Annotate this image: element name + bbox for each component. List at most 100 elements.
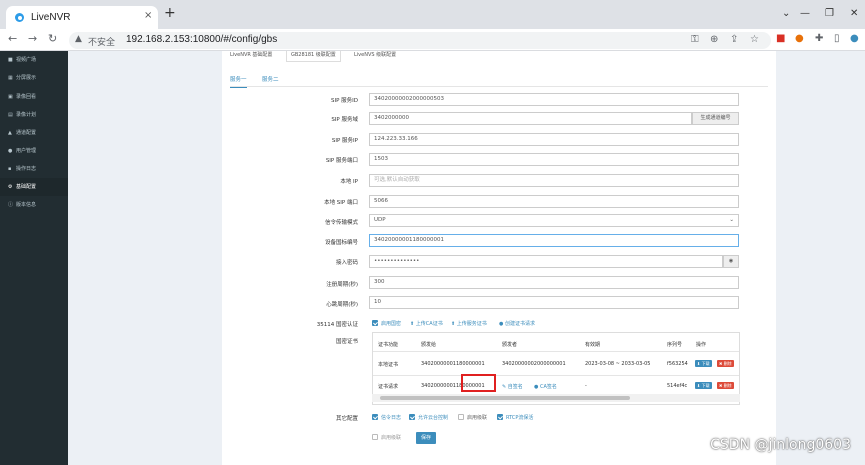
profile-avatar-icon[interactable]: ● — [850, 33, 859, 44]
sip-domain-label: SIP 服务域 — [331, 117, 358, 123]
tab-livenvr-basic[interactable]: LiveNVR 基础配置 — [226, 51, 276, 62]
option-label: 启用级联 — [467, 415, 488, 421]
minimize-icon[interactable]: — — [800, 8, 810, 19]
sidebar-item-record-plan[interactable]: ▤ 录像计划 — [0, 106, 68, 124]
password-label: 接入密码 — [335, 260, 358, 266]
button-label: 删除 — [723, 361, 732, 366]
tab-livenvs-cascade[interactable]: LiveNVS 级联配置 — [350, 51, 400, 62]
sidebar-item-label: 操作日志 — [16, 166, 37, 172]
sidebar-item-users[interactable]: ● 用户管理 — [0, 142, 68, 160]
upload-icon: ⬆ — [410, 321, 415, 327]
enable-sm-checkbox[interactable]: 启用国密 — [372, 320, 401, 327]
sidepanel-icon[interactable]: ▯ — [834, 33, 840, 44]
url-text[interactable]: 192.168.2.153:10800/#/config/gbs — [126, 34, 277, 45]
save-button[interactable]: 保存 — [416, 432, 436, 444]
plus-circle-icon: ● — [499, 321, 504, 327]
sip-id-input[interactable]: 34020000002000000503 — [369, 93, 739, 106]
option-label: 上传服务证书 — [456, 321, 487, 327]
delete-button[interactable]: ✖ 删除 — [717, 360, 734, 367]
eye-icon[interactable]: ◉ — [723, 255, 739, 268]
channel-icon: ▲ — [8, 130, 12, 136]
local-port-label: 本地 SIP 端口 — [324, 200, 358, 206]
table-header-to: 颁发给 — [421, 342, 437, 348]
option-label: 信令日志 — [381, 415, 402, 421]
device-id-input[interactable]: 34020000001180000001 — [369, 234, 739, 247]
password-input[interactable]: •••••••••••••• — [369, 255, 723, 268]
browser-tab[interactable]: LiveNVR × — [6, 6, 158, 29]
sidebar-item-video-square[interactable]: ■ 视频广场 — [0, 51, 68, 69]
sidebar-item-label: 版本信息 — [16, 202, 37, 208]
maximize-icon[interactable]: ❐ — [825, 8, 834, 19]
sip-ip-input[interactable]: 124.223.33.166 — [369, 133, 739, 146]
table-header-actions: 操作 — [696, 342, 707, 348]
row-divider — [373, 351, 739, 352]
option-label: 启用级联 — [381, 435, 402, 441]
checkbox-checked-icon — [372, 414, 378, 420]
share-icon[interactable]: ⇪ — [730, 34, 738, 45]
enable-cascade-checkbox[interactable]: 启用级联 — [458, 414, 487, 421]
window-close-icon[interactable]: ✕ — [850, 8, 858, 19]
ca-sign-link[interactable]: ● CA签名 — [534, 383, 557, 390]
ptz-control-checkbox[interactable]: 允许云台控制 — [409, 414, 448, 421]
option-label: RTCP流保活 — [506, 415, 534, 421]
option-label: 创建证书请求 — [504, 321, 535, 327]
sidebar-item-version[interactable]: ⓘ 版本信息 — [0, 196, 68, 214]
cert-row-1-func: 本地证书 — [378, 362, 399, 368]
zoom-icon[interactable]: ⊕ — [710, 34, 718, 45]
extension-icon[interactable]: ● — [795, 33, 804, 44]
signal-log-checkbox[interactable]: 信令日志 — [372, 414, 401, 421]
tab-gb28181-cascade[interactable]: GB28181 级联配置 — [286, 51, 341, 62]
tab-title: LiveNVR — [31, 12, 71, 23]
new-tab-button[interactable]: + — [164, 6, 176, 20]
close-tab-icon[interactable]: × — [144, 10, 152, 21]
key-icon[interactable]: ⚿ — [691, 34, 699, 45]
self-sign-link[interactable]: ✎ 自签名 — [502, 383, 523, 390]
table-scrollbar[interactable] — [372, 394, 740, 402]
row-divider — [373, 375, 739, 376]
forward-icon[interactable]: → — [28, 32, 37, 45]
sidebar-item-label: 通道配置 — [16, 130, 37, 136]
browser-toolbar: ← → ↻ ▲ 不安全 192.168.2.153:10800/#/config… — [0, 29, 865, 51]
address-bar[interactable]: ▲ 不安全 192.168.2.153:10800/#/config/gbs ⚿… — [69, 32, 771, 49]
back-icon[interactable]: ← — [8, 32, 17, 45]
sidebar-item-logs[interactable]: ▪ 操作日志 — [0, 160, 68, 178]
auth-label: 35114 国密认证 — [316, 322, 358, 328]
download-button[interactable]: ⬇ 下载 — [695, 360, 712, 367]
sidebar-item-basic-config[interactable]: ⚙ 基础配置 — [0, 178, 68, 196]
download-button[interactable]: ⬇ 下载 — [695, 382, 712, 389]
generate-channel-button[interactable]: 生成通道编号 — [692, 112, 739, 125]
tab-service-2[interactable]: 服务二 — [262, 75, 279, 83]
heartbeat-input[interactable]: 10 — [369, 296, 739, 309]
cert-row-2-valid: - — [585, 383, 587, 389]
sidebar-item-channel-config[interactable]: ▲ 通道配置 — [0, 124, 68, 142]
sip-port-input[interactable]: 1503 — [369, 153, 739, 166]
pdf-extension-icon[interactable]: ■ — [776, 33, 785, 44]
bookmark-star-icon[interactable]: ☆ — [750, 34, 759, 45]
highlight-box — [461, 374, 496, 392]
sidebar-item-playback[interactable]: ▣ 录像回看 — [0, 88, 68, 106]
reload-icon[interactable]: ↻ — [48, 32, 57, 45]
enable-cascade-checkbox-2[interactable]: 启用级联 — [372, 434, 401, 441]
delete-button[interactable]: ✖ 删除 — [717, 382, 734, 389]
transport-select[interactable]: UDP ⌄ — [369, 214, 739, 227]
local-ip-input[interactable]: 可选,默认自动获取 — [369, 174, 739, 187]
cert-row-2-serial: 514ef4c — [667, 383, 688, 389]
sidebar-item-split-screen[interactable]: ▦ 分屏展示 — [0, 69, 68, 87]
tab-search-icon[interactable]: ⌄ — [782, 8, 790, 19]
user-icon: ● — [534, 384, 539, 390]
scrollbar-thumb[interactable] — [380, 396, 630, 400]
checkbox-unchecked-icon — [458, 414, 464, 420]
sidebar-item-label: 基础配置 — [16, 184, 37, 190]
upload-ca-link[interactable]: ⬆ 上传CA证书 — [410, 320, 443, 327]
create-cert-request-link[interactable]: ● 创建证书请求 — [499, 320, 535, 327]
register-input[interactable]: 300 — [369, 276, 739, 289]
register-label: 注册周期(秒) — [326, 282, 358, 288]
upload-server-cert-link[interactable]: ⬆ 上传服务证书 — [451, 320, 487, 327]
local-port-input[interactable]: 5066 — [369, 195, 739, 208]
sip-domain-input[interactable]: 3402000000 — [369, 112, 692, 125]
rtcp-keepalive-checkbox[interactable]: RTCP流保活 — [497, 414, 533, 421]
insecure-label: 不安全 — [88, 37, 116, 47]
extensions-puzzle-icon[interactable]: ✚ — [815, 33, 823, 44]
link-label: 自签名 — [507, 384, 523, 390]
video-icon: ■ — [8, 57, 13, 63]
